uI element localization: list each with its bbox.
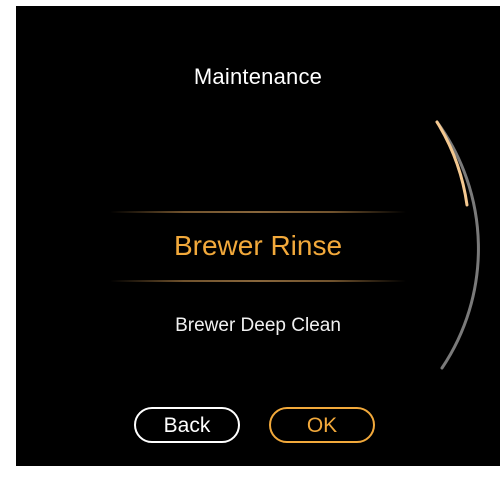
- selection-divider-top: [110, 211, 406, 213]
- page-title: Maintenance: [193, 64, 323, 89]
- menu-item-selected[interactable]: Brewer Rinse: [16, 230, 500, 262]
- menu-item[interactable]: Brewer Deep Clean: [16, 315, 500, 337]
- scroll-thumb: [435, 120, 469, 207]
- selection-divider-bottom: [110, 280, 406, 282]
- ok-button[interactable]: OK: [269, 407, 375, 443]
- maintenance-screen: Maintenance Brewer Rinse Brewer Deep Cle…: [16, 6, 500, 466]
- back-button[interactable]: Back: [134, 407, 240, 443]
